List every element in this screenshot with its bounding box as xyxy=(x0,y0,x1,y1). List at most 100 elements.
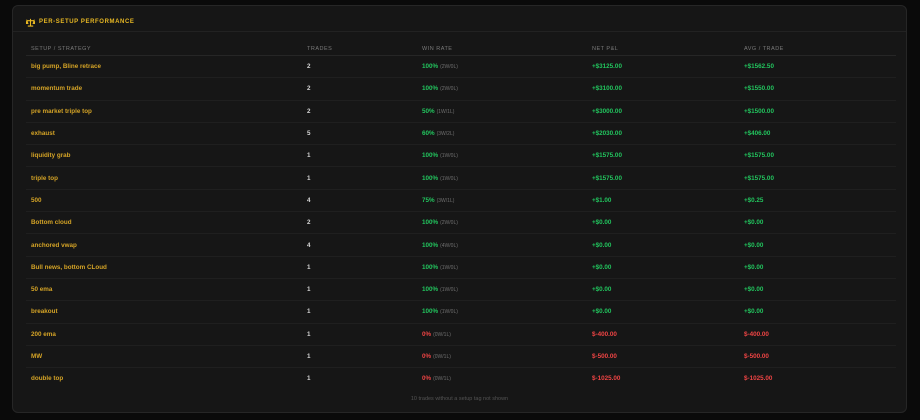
setup-name: momentum trade xyxy=(26,77,302,101)
table-row[interactable]: pre market triple top 2 50% (1W/1L) +$3000.0… xyxy=(26,100,896,123)
win-rate: 0% xyxy=(422,353,432,360)
column-header-net-pl[interactable]: NET P&L xyxy=(587,43,739,56)
trade-count: 1 xyxy=(302,256,417,279)
table-row[interactable]: double top 1 0% (0W/1L) $-1025.00 $-1025.00 xyxy=(26,368,896,390)
table-header-row: SETUP / STRATEGY TRADES WIN RATE NET P&L… xyxy=(26,43,896,56)
win-rate-cell: 75% (3W/1L) xyxy=(417,189,587,213)
setup-name: pre market triple top xyxy=(26,100,302,123)
net-pl: +$0.00 xyxy=(587,233,739,257)
setup-name: MW xyxy=(26,345,302,369)
table-row[interactable]: MW 1 0% (0W/1L) $-500.00 $-500.00 xyxy=(26,345,896,369)
avg-per-trade: +$1500.00 xyxy=(739,100,896,123)
table-row[interactable]: Bull news, bottom CLoud 1 100% (1W/0L) +$0.0… xyxy=(26,256,896,279)
win-loss-count: (2W/0L) xyxy=(440,220,458,227)
win-rate: 50% xyxy=(422,107,435,115)
avg-per-trade: +$1575.00 xyxy=(739,144,896,168)
trade-count: 2 xyxy=(302,211,417,235)
column-header-trades[interactable]: TRADES xyxy=(302,43,417,56)
table-row[interactable]: breakout 1 100% (1W/0L) +$0.00 +$0.00 xyxy=(26,300,896,324)
trade-count: 1 xyxy=(302,144,417,168)
win-loss-count: (1W/0L) xyxy=(440,287,458,294)
trade-count: 1 xyxy=(302,323,417,346)
win-rate-cell: 100% (1W/0L) xyxy=(417,256,587,279)
avg-per-trade: +$0.00 xyxy=(739,211,896,235)
table-row[interactable]: 50 ema 1 100% (1W/0L) +$0.00 +$0.00 xyxy=(26,278,896,302)
win-rate-cell: 100% (2W/0L) xyxy=(417,55,587,79)
win-rate: 100% xyxy=(422,152,439,160)
avg-per-trade: +$1550.00 xyxy=(739,77,896,101)
setup-name: triple top xyxy=(26,166,302,190)
table-row[interactable]: liquidity grab 1 100% (1W/0L) +$1575.00 +$157… xyxy=(26,144,896,168)
win-rate: 100% xyxy=(422,263,439,271)
avg-per-trade: $-500.00 xyxy=(739,345,896,369)
win-loss-count: (1W/0L) xyxy=(440,175,458,182)
win-rate-cell: 0% (0W/1L) xyxy=(417,345,587,369)
scale-icon xyxy=(26,18,35,27)
setup-name: breakout xyxy=(26,300,302,324)
win-rate: 100% xyxy=(422,219,439,227)
header-divider xyxy=(13,31,906,32)
net-pl: +$3125.00 xyxy=(587,55,739,79)
win-rate: 100% xyxy=(422,286,439,294)
panel-header: PER-SETUP PERFORMANCE xyxy=(26,17,135,27)
setup-name: double top xyxy=(31,375,64,383)
avg-per-trade: +$0.00 xyxy=(739,233,896,257)
win-loss-count: (2W/0L) xyxy=(440,86,458,93)
win-rate-cell: 100% (1W/0L) xyxy=(417,144,587,168)
win-rate: 0% xyxy=(422,330,432,338)
net-pl: $-1025.00 xyxy=(592,375,621,383)
net-pl: +$0.00 xyxy=(587,211,739,235)
trade-count: 1 xyxy=(302,166,417,190)
win-rate-cell: 60% (3W/2L) xyxy=(417,122,587,146)
net-pl: $-500.00 xyxy=(587,345,739,369)
net-pl: +$2030.00 xyxy=(587,122,739,146)
win-rate-cell: 100% (1W/0L) xyxy=(417,278,587,302)
win-loss-count: (1W/1L) xyxy=(436,108,455,115)
column-header-win-rate[interactable]: WIN RATE xyxy=(417,43,587,56)
trade-count: 2 xyxy=(302,100,417,123)
win-rate-cell: 0% (0W/1L) xyxy=(417,368,587,390)
trade-count: 2 xyxy=(302,77,417,101)
trade-count: 5 xyxy=(302,122,417,146)
trade-count: 2 xyxy=(302,55,417,79)
setup-name: Bottom cloud xyxy=(26,211,302,235)
column-header-avg-trade[interactable]: AVG / TRADE xyxy=(739,43,896,56)
table-row[interactable]: triple top 1 100% (1W/0L) +$1575.00 +$1575.00 xyxy=(26,166,896,190)
setup-name: liquidity grab xyxy=(26,144,302,168)
win-rate-cell: 100% (2W/0L) xyxy=(417,211,587,235)
table-row[interactable]: anchored vwap 4 100% (4W/0L) +$0.00 +$0.00 xyxy=(26,233,896,257)
win-loss-count: (1W/0L) xyxy=(440,309,458,316)
column-header-setup[interactable]: SETUP / STRATEGY xyxy=(26,43,302,56)
table-row[interactable]: 200 ema 1 0% (0W/1L) $-400.00 $-400.00 xyxy=(26,323,896,346)
win-rate-cell: 0% (0W/1L) xyxy=(417,323,587,346)
table-row[interactable]: 500 4 75% (3W/1L) +$1.00 +$0.25 xyxy=(26,189,896,213)
avg-per-trade: +$0.00 xyxy=(739,300,896,324)
trade-count: 4 xyxy=(302,189,417,213)
avg-per-trade: +$1575.00 xyxy=(739,166,896,190)
win-rate: 60% xyxy=(422,130,435,138)
avg-per-trade: +$0.00 xyxy=(739,256,896,279)
net-pl: +$0.00 xyxy=(587,256,739,279)
table-row[interactable]: exhaust 5 60% (3W/2L) +$2030.00 +$406.00 xyxy=(26,122,896,146)
win-rate: 100% xyxy=(422,308,439,316)
setup-name: 200 ema xyxy=(26,323,302,346)
avg-per-trade: $-400.00 xyxy=(739,323,896,346)
win-loss-count: (4W/0L) xyxy=(440,242,458,249)
per-setup-performance-panel: PER-SETUP PERFORMANCE SETUP / STRATEGY T… xyxy=(12,5,907,413)
panel-title: PER-SETUP PERFORMANCE xyxy=(39,19,135,25)
win-loss-count: (0W/1L) xyxy=(433,354,451,360)
setup-name: 50 ema xyxy=(26,278,302,302)
setup-name: anchored vwap xyxy=(26,233,302,257)
table-row[interactable]: big pump, Bline retrace 2 100% (2W/0L) +$312… xyxy=(26,55,896,79)
table-row[interactable]: Bottom cloud 2 100% (2W/0L) +$0.00 +$0.00 xyxy=(26,211,896,235)
table-row[interactable]: momentum trade 2 100% (2W/0L) +$3100.00 +$155… xyxy=(26,77,896,101)
win-loss-count: (0W/1L) xyxy=(433,376,451,383)
trade-count: 4 xyxy=(302,233,417,257)
net-pl: +$1575.00 xyxy=(587,144,739,168)
win-loss-count: (3W/1L) xyxy=(436,197,455,204)
trade-count: 1 xyxy=(307,375,311,383)
setup-name: Bull news, bottom CLoud xyxy=(26,256,302,279)
avg-per-trade: +$0.00 xyxy=(739,278,896,302)
win-rate-cell: 100% (1W/0L) xyxy=(417,300,587,324)
trade-count: 1 xyxy=(302,345,417,369)
